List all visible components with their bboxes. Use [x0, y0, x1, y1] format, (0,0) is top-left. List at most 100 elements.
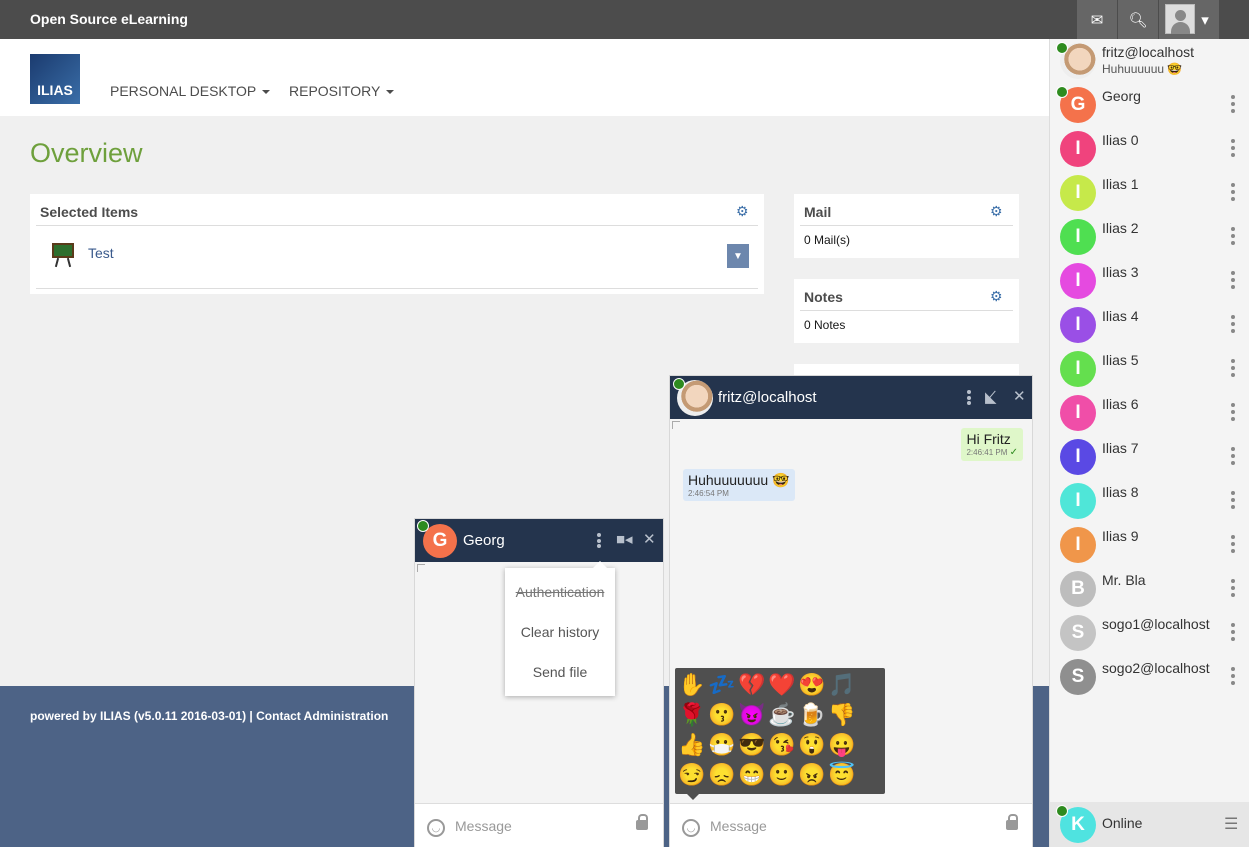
roster-self-name: fritz@localhost: [1102, 44, 1195, 60]
emoji-option[interactable]: ☕: [767, 700, 797, 730]
contact-menu-icon[interactable]: [1231, 579, 1235, 597]
avatar: S: [1060, 659, 1096, 695]
roster-contact[interactable]: I Ilias 6: [1050, 391, 1249, 435]
emoji-picker-icon[interactable]: ◡: [427, 819, 445, 837]
emoji-option[interactable]: 😁: [737, 760, 767, 790]
emoji-option[interactable]: 🍺: [797, 700, 827, 730]
search-icon[interactable]: 🔍︎: [1118, 0, 1158, 39]
emoji-option[interactable]: 😞: [707, 760, 737, 790]
roster-contact-name: Ilias 5: [1102, 352, 1139, 368]
emoji-option[interactable]: 💔: [737, 670, 767, 700]
roster-contact[interactable]: I Ilias 3: [1050, 259, 1249, 303]
status-label[interactable]: Online: [1102, 815, 1142, 831]
chat-title: Georg: [463, 532, 505, 549]
emoji-option[interactable]: 😛: [827, 730, 857, 760]
mail-panel: Mail ⚙ 0 Mail(s): [794, 194, 1019, 258]
emoji-option[interactable]: 🌹: [677, 700, 707, 730]
roster-contact[interactable]: Ssogo2@localhost: [1050, 655, 1249, 699]
emoji-option[interactable]: 😠: [797, 760, 827, 790]
emoji-option[interactable]: 🎵: [827, 670, 857, 700]
online-status-icon: [1056, 42, 1068, 54]
roster-contact[interactable]: G Georg: [1050, 83, 1249, 127]
emoji-option[interactable]: 👎: [827, 700, 857, 730]
contact-menu-icon[interactable]: [1231, 95, 1235, 113]
roster-contact[interactable]: B Mr. Bla: [1050, 567, 1249, 611]
menu-item-authentication[interactable]: Authentication: [505, 584, 615, 600]
roster-contact[interactable]: I Ilias 9: [1050, 523, 1249, 567]
nav-repository[interactable]: REPOSITORY: [289, 83, 395, 99]
roster-contact[interactable]: I Ilias 7: [1050, 435, 1249, 479]
message-input[interactable]: Message: [710, 818, 767, 834]
resize-handle-icon[interactable]: [672, 421, 680, 429]
menu-item-send-file[interactable]: Send file: [505, 664, 615, 680]
emoji-option[interactable]: 👍: [677, 730, 707, 760]
emoji-option[interactable]: 💤: [707, 670, 737, 700]
close-icon[interactable]: ✕: [643, 530, 656, 548]
contact-menu-icon[interactable]: [1231, 227, 1235, 245]
emoji-option[interactable]: ✋: [677, 670, 707, 700]
emoji-picker-icon[interactable]: ◡: [682, 819, 700, 837]
selected-items-heading: Selected Items: [40, 204, 139, 220]
contact-menu-icon[interactable]: [1231, 403, 1235, 421]
divider: [800, 310, 1013, 311]
video-call-icon[interactable]: ■◂: [616, 530, 633, 548]
roster-contact[interactable]: I Ilias 0: [1050, 127, 1249, 171]
emoji-option[interactable]: 😗: [707, 700, 737, 730]
contact-menu-icon[interactable]: [1231, 667, 1235, 685]
brand-title[interactable]: Open Source eLearning: [30, 11, 188, 27]
contact-roster: fritz@localhost Huhuuuuuu 🤓 G Georg I Ilias…: [1049, 39, 1249, 847]
chat-menu-icon[interactable]: [597, 533, 601, 548]
emoji-option[interactable]: 😲: [797, 730, 827, 760]
message-input[interactable]: Message: [455, 818, 512, 834]
contact-menu-icon[interactable]: [1231, 359, 1235, 377]
emoji-option[interactable]: 😇: [827, 760, 857, 790]
resize-handle-icon[interactable]: [417, 564, 425, 572]
footer-text[interactable]: powered by ILIAS (v5.0.11 2016-03-01) | …: [30, 709, 388, 723]
gear-icon[interactable]: ⚙: [990, 288, 1003, 305]
contact-menu-icon[interactable]: [1231, 491, 1235, 509]
lock-icon[interactable]: [1006, 814, 1018, 830]
roster-self[interactable]: fritz@localhost Huhuuuuuu 🤓: [1050, 39, 1249, 83]
contact-menu-icon[interactable]: [1231, 315, 1235, 333]
emoji-option[interactable]: 😘: [767, 730, 797, 760]
contact-menu-icon[interactable]: [1231, 623, 1235, 641]
caret-down-icon: [386, 90, 395, 95]
gear-icon[interactable]: ⚙: [736, 203, 749, 220]
contact-menu-icon[interactable]: [1231, 139, 1235, 157]
message-time: 2:46:54 PM: [688, 489, 729, 498]
contact-menu-icon[interactable]: [1231, 271, 1235, 289]
emoji-option[interactable]: 😏: [677, 760, 707, 790]
roster-contact[interactable]: I Ilias 2: [1050, 215, 1249, 259]
menu-item-clear-history[interactable]: Clear history: [505, 624, 615, 640]
nav-personal-desktop[interactable]: PERSONAL DESKTOP: [110, 83, 271, 99]
roster-contact[interactable]: I Ilias 8: [1050, 479, 1249, 523]
roster-self-status: Huhuuuuuu 🤓: [1102, 62, 1182, 76]
item-actions-dropdown-button[interactable]: ▼: [727, 244, 749, 268]
roster-contact[interactable]: I Ilias 4: [1050, 303, 1249, 347]
chat-menu-icon[interactable]: [967, 390, 971, 405]
chat-options-menu: Authentication Clear history Send file: [505, 561, 615, 696]
emoji-option[interactable]: 😷: [707, 730, 737, 760]
mail-icon[interactable]: ✉: [1077, 0, 1117, 39]
hamburger-menu-icon[interactable]: ☰: [1224, 814, 1238, 834]
emoji-option[interactable]: 🙂: [767, 760, 797, 790]
lock-icon[interactable]: [636, 814, 648, 830]
roster-contact[interactable]: I Ilias 1: [1050, 171, 1249, 215]
emoji-option[interactable]: 😈: [737, 700, 767, 730]
ilias-logo[interactable]: ILIAS: [30, 54, 80, 104]
contact-menu-icon[interactable]: [1231, 183, 1235, 201]
emoji-option[interactable]: 😎: [737, 730, 767, 760]
avatar: I: [1060, 219, 1096, 255]
close-icon[interactable]: ✕: [1013, 387, 1026, 405]
user-avatar-icon[interactable]: [1165, 4, 1195, 34]
contact-menu-icon[interactable]: [1231, 535, 1235, 553]
gear-icon[interactable]: ⚙: [990, 203, 1003, 220]
roster-contact[interactable]: Ssogo1@localhost: [1050, 611, 1249, 655]
emoji-option[interactable]: ❤️: [767, 670, 797, 700]
roster-contact-name: Ilias 2: [1102, 220, 1139, 236]
item-link-test[interactable]: Test: [88, 245, 114, 261]
roster-contact[interactable]: I Ilias 5: [1050, 347, 1249, 391]
video-call-disabled-icon[interactable]: ◣̸: [985, 388, 997, 406]
emoji-option[interactable]: 😍: [797, 670, 827, 700]
contact-menu-icon[interactable]: [1231, 447, 1235, 465]
